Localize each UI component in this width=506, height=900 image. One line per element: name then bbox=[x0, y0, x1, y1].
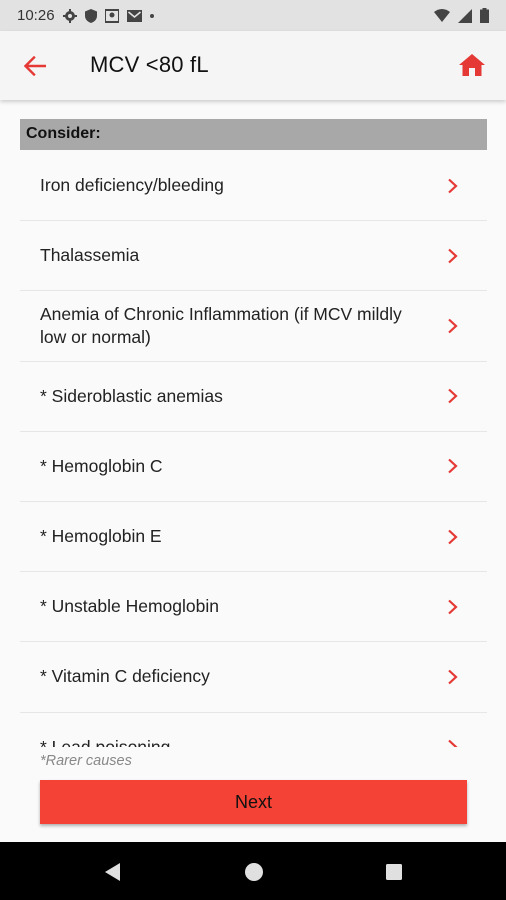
back-button[interactable] bbox=[22, 53, 48, 79]
list-item-sideroblastic-anemias[interactable]: * Sideroblastic anemias bbox=[20, 361, 487, 432]
chevron-right-icon bbox=[448, 248, 458, 264]
home-circle-icon[interactable] bbox=[243, 861, 265, 883]
list-item-anemia-chronic-inflammation[interactable]: Anemia of Chronic Inflammation (if MCV m… bbox=[20, 291, 487, 362]
gear-icon bbox=[62, 8, 77, 23]
gmail-icon bbox=[126, 9, 142, 22]
chevron-right-icon bbox=[448, 529, 458, 544]
list-item-iron-deficiency[interactable]: Iron deficiency/bleeding bbox=[20, 151, 487, 222]
page-title: MCV <80 fL bbox=[90, 52, 209, 77]
wifi-icon bbox=[434, 9, 450, 22]
signal-icon bbox=[458, 8, 472, 23]
chevron-right-icon bbox=[448, 599, 458, 615]
home-icon bbox=[459, 54, 485, 76]
list-item-vitamin-c-deficiency[interactable]: * Vitamin C deficiency bbox=[20, 642, 487, 713]
chevron-right-icon bbox=[448, 669, 458, 685]
home-button[interactable] bbox=[458, 51, 486, 79]
list-item-label: Thalassemia bbox=[40, 245, 140, 266]
chevron-right-icon bbox=[448, 178, 458, 193]
shield-icon bbox=[84, 8, 97, 23]
location-icon bbox=[104, 8, 119, 23]
section-header: Consider: bbox=[20, 119, 487, 150]
list-item-lead-poisoning[interactable]: * Lead poisoning bbox=[20, 712, 487, 747]
list-item-label: * Unstable Hemoglobin bbox=[40, 596, 219, 617]
recents-square-icon[interactable] bbox=[383, 861, 405, 883]
list-item-label: * Sideroblastic anemias bbox=[40, 385, 223, 406]
list-item-label: * Hemoglobin E bbox=[40, 526, 162, 547]
list-item-label: Anemia of Chronic Inflammation (if MCV m… bbox=[40, 303, 402, 347]
chevron-right-icon bbox=[448, 739, 458, 747]
arrow-left-icon bbox=[24, 56, 46, 76]
app-bar: MCV <80 fL bbox=[0, 31, 506, 100]
list-item-label: Iron deficiency/bleeding bbox=[40, 175, 224, 196]
list-item-thalassemia[interactable]: Thalassemia bbox=[20, 221, 487, 292]
status-time: 10:26 bbox=[17, 7, 55, 24]
list-item-label: * Lead poisoning bbox=[40, 736, 171, 747]
list-item-hemoglobin-c[interactable]: * Hemoglobin C bbox=[20, 431, 487, 502]
chevron-right-icon bbox=[448, 318, 458, 334]
chevron-right-icon bbox=[448, 388, 458, 404]
list-item-label: * Hemoglobin C bbox=[40, 455, 163, 476]
cause-list[interactable]: Iron deficiency/bleeding Thalassemia Ane… bbox=[20, 151, 487, 747]
battery-icon bbox=[480, 8, 489, 23]
next-button[interactable]: Next bbox=[40, 780, 467, 824]
status-bar: 10:26 bbox=[0, 0, 506, 31]
chevron-right-icon bbox=[448, 459, 458, 474]
back-triangle-icon[interactable] bbox=[102, 861, 124, 883]
list-item-label: * Vitamin C deficiency bbox=[40, 666, 210, 687]
list-item-hemoglobin-e[interactable]: * Hemoglobin E bbox=[20, 501, 487, 573]
footnote: *Rarer causes bbox=[40, 753, 132, 769]
dot-icon bbox=[149, 13, 154, 18]
list-item-unstable-hemoglobin[interactable]: * Unstable Hemoglobin bbox=[20, 572, 487, 643]
system-nav-bar bbox=[0, 842, 506, 900]
